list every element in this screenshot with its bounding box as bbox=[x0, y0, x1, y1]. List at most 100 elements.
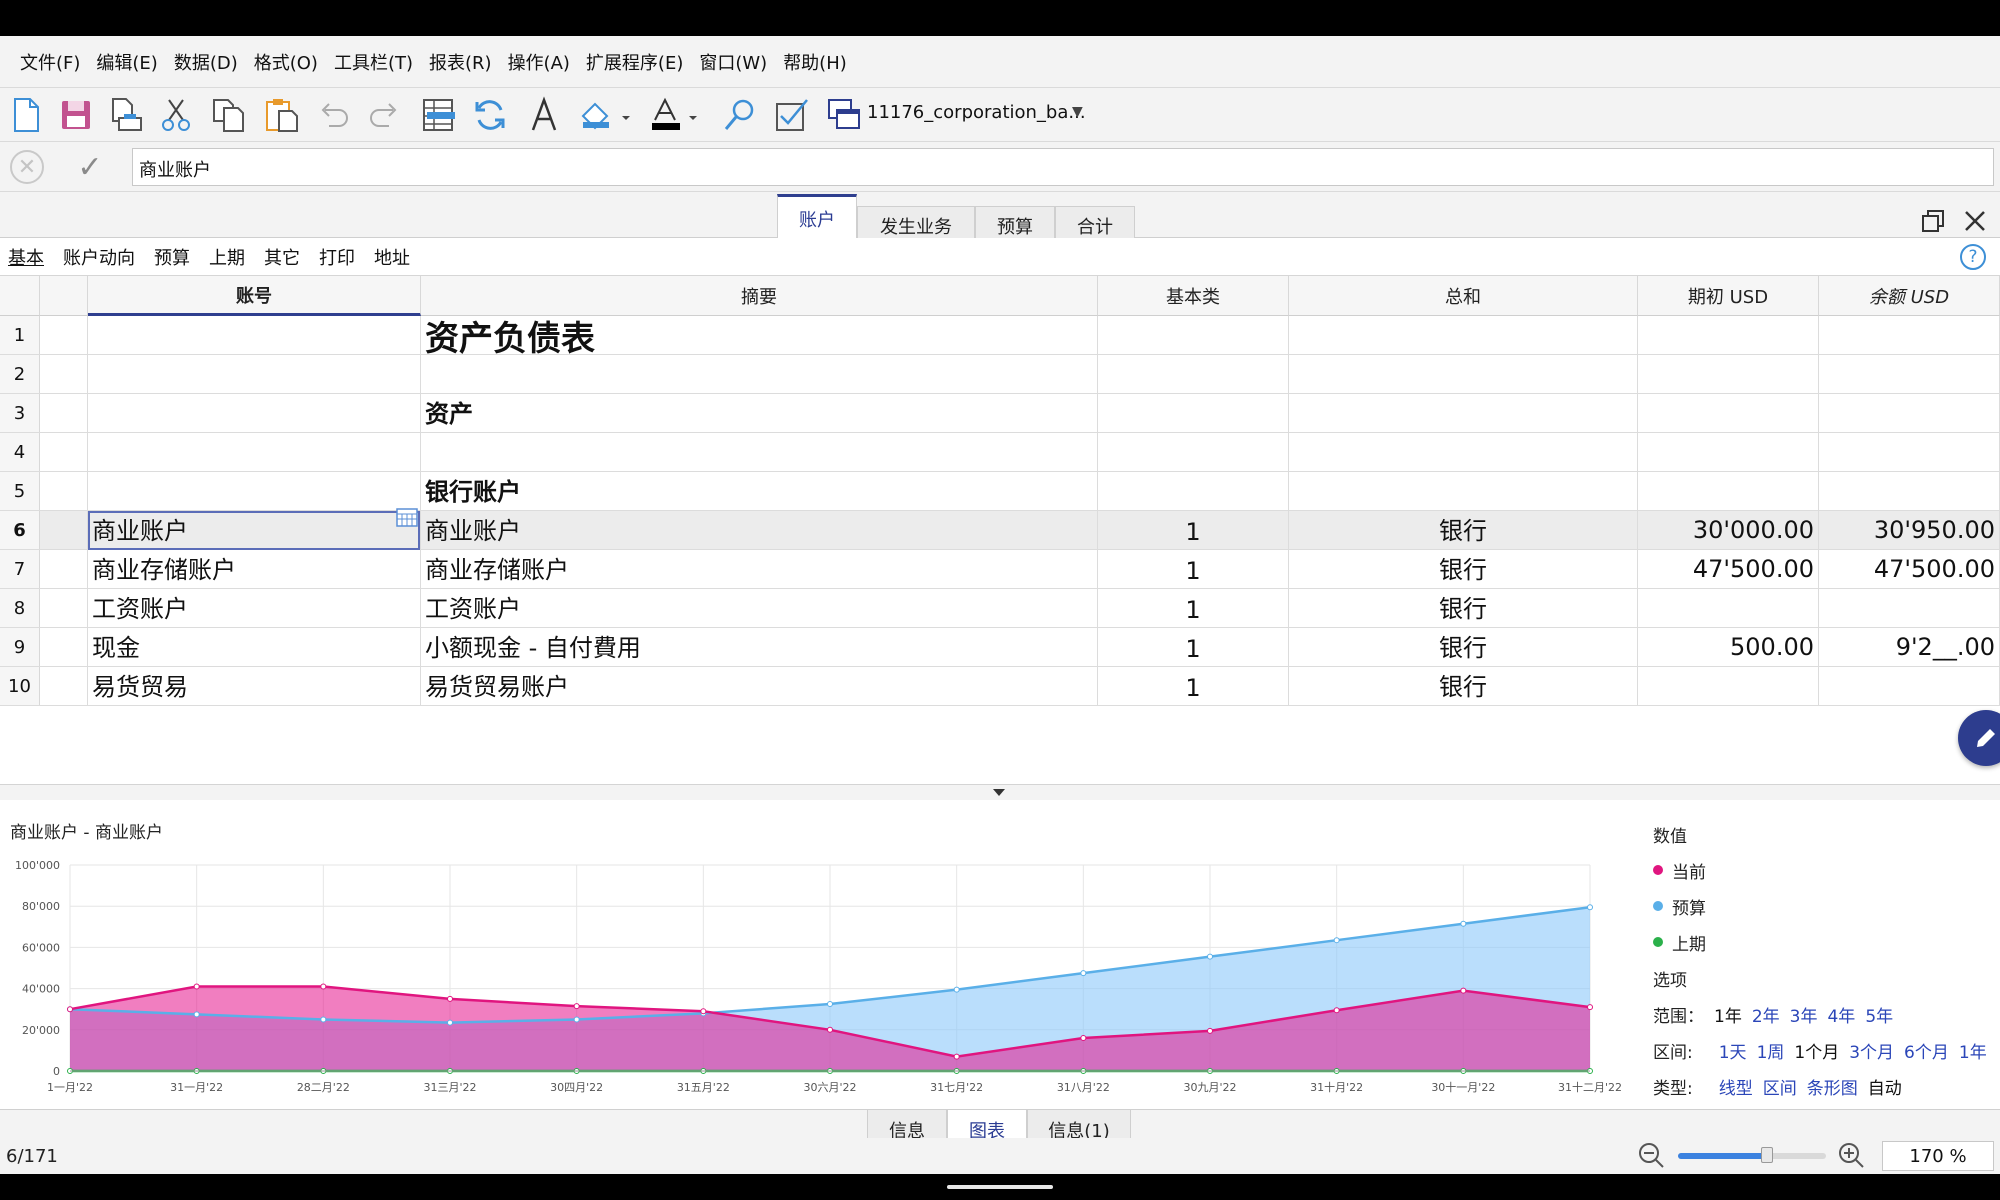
cell-account[interactable]: 现金 bbox=[88, 628, 421, 666]
zoom-level-input[interactable]: 170 % bbox=[1882, 1141, 1994, 1171]
cell-account[interactable] bbox=[88, 316, 421, 354]
window-switch-icon[interactable] bbox=[824, 95, 864, 135]
zoom-slider[interactable] bbox=[1678, 1147, 1826, 1163]
range-option-5y[interactable]: 5年 bbox=[1865, 1002, 1893, 1027]
cell-group[interactable] bbox=[1289, 472, 1638, 510]
cell-edit-input[interactable]: 商业账户 bbox=[132, 148, 1994, 186]
cell-base-class[interactable] bbox=[1098, 316, 1289, 354]
cell-balance[interactable] bbox=[1819, 667, 2000, 705]
cell-lookup-icon[interactable] bbox=[396, 507, 418, 527]
table-row[interactable]: 8 工资账户 工资账户 1 银行 bbox=[0, 589, 2000, 628]
home-indicator[interactable] bbox=[947, 1185, 1053, 1189]
help-icon[interactable]: ? bbox=[1960, 244, 1986, 270]
cell-description[interactable]: 银行账户 bbox=[421, 472, 1098, 510]
cell-account[interactable]: 商业存储账户 bbox=[88, 550, 421, 588]
cell-base-class[interactable]: 1 bbox=[1098, 511, 1289, 549]
table-row[interactable]: 10 易货贸易 易货贸易账户 1 银行 bbox=[0, 667, 2000, 706]
cell-account[interactable] bbox=[88, 433, 421, 471]
panel-splitter[interactable] bbox=[0, 784, 2000, 800]
column-header-group[interactable]: 总和 bbox=[1289, 276, 1638, 316]
column-header-description[interactable]: 摘要 bbox=[421, 276, 1098, 316]
file-selector[interactable]: 11176_corporation_ba... bbox=[867, 102, 1086, 123]
view-budget[interactable]: 预算 bbox=[154, 244, 190, 270]
cell-blank[interactable] bbox=[40, 628, 88, 666]
type-option-area[interactable]: 区间 bbox=[1763, 1074, 1797, 1099]
collapse-arrow-icon[interactable] bbox=[993, 789, 1005, 796]
cell-blank[interactable] bbox=[40, 667, 88, 705]
menu-data[interactable]: 数据(D) bbox=[174, 49, 238, 75]
cell-blank[interactable] bbox=[40, 433, 88, 471]
type-option-line[interactable]: 线型 bbox=[1719, 1074, 1753, 1099]
cell-opening[interactable]: 30'000.00 bbox=[1638, 511, 1819, 549]
type-option-auto[interactable]: 自动 bbox=[1868, 1074, 1902, 1099]
cell-balance[interactable]: 9'2__.00 bbox=[1819, 628, 2000, 666]
table-row[interactable]: 7 商业存储账户 商业存储账户 1 银行 47'500.00 47'500.00 bbox=[0, 550, 2000, 589]
cell-group[interactable]: 银行 bbox=[1289, 628, 1638, 666]
cell-opening[interactable] bbox=[1638, 394, 1819, 432]
table-row[interactable]: 5 银行账户 bbox=[0, 472, 2000, 511]
cut-icon[interactable] bbox=[156, 95, 196, 135]
close-window-icon[interactable] bbox=[1960, 206, 1990, 236]
save-icon[interactable] bbox=[56, 95, 96, 135]
row-number[interactable]: 3 bbox=[0, 394, 40, 432]
row-number[interactable]: 4 bbox=[0, 433, 40, 471]
cell-description[interactable]: 资产负债表 bbox=[421, 316, 1098, 354]
row-number[interactable]: 1 bbox=[0, 316, 40, 354]
interval-option-month[interactable]: 1个月 bbox=[1794, 1038, 1839, 1063]
table-row[interactable]: 2 bbox=[0, 355, 2000, 394]
range-option-1y[interactable]: 1年 bbox=[1714, 1002, 1742, 1027]
cell-group[interactable] bbox=[1289, 433, 1638, 471]
undo-icon[interactable] bbox=[314, 95, 354, 135]
table-row[interactable]: 9 现金 小额现金 - 自付費用 1 银行 500.00 9'2__.00 bbox=[0, 628, 2000, 667]
legend-item-current[interactable]: 当前 bbox=[1653, 852, 1993, 888]
menu-toolbar[interactable]: 工具栏(T) bbox=[334, 49, 413, 75]
view-previous-period[interactable]: 上期 bbox=[209, 244, 245, 270]
interval-option-day[interactable]: 1天 bbox=[1719, 1038, 1747, 1063]
cell-balance[interactable] bbox=[1819, 394, 2000, 432]
restore-window-icon[interactable] bbox=[1918, 206, 1948, 236]
cell-opening[interactable]: 47'500.00 bbox=[1638, 550, 1819, 588]
cell-blank[interactable] bbox=[40, 316, 88, 354]
interval-option-year[interactable]: 1年 bbox=[1959, 1038, 1987, 1063]
cell-group[interactable] bbox=[1289, 355, 1638, 393]
row-number[interactable]: 8 bbox=[0, 589, 40, 627]
column-header-balance[interactable]: 余额 USD bbox=[1819, 276, 2000, 316]
cell-group[interactable]: 银行 bbox=[1289, 667, 1638, 705]
cell-opening[interactable] bbox=[1638, 472, 1819, 510]
search-icon[interactable] bbox=[720, 95, 760, 135]
check-accounting-icon[interactable] bbox=[772, 95, 812, 135]
cell-group[interactable]: 银行 bbox=[1289, 550, 1638, 588]
cell-blank[interactable] bbox=[40, 589, 88, 627]
fill-color-icon[interactable] bbox=[576, 95, 636, 135]
cell-group[interactable] bbox=[1289, 316, 1638, 354]
cell-description[interactable]: 小额现金 - 自付費用 bbox=[421, 628, 1098, 666]
menu-actions[interactable]: 操作(A) bbox=[508, 49, 570, 75]
text-color-icon[interactable] bbox=[648, 95, 708, 135]
cell-opening[interactable] bbox=[1638, 316, 1819, 354]
column-header-account[interactable]: 账号 bbox=[88, 276, 421, 316]
confirm-edit-button[interactable]: ✓ bbox=[70, 148, 110, 186]
cell-blank[interactable] bbox=[40, 472, 88, 510]
table-row[interactable]: 3 资产 bbox=[0, 394, 2000, 433]
row-number[interactable]: 5 bbox=[0, 472, 40, 510]
chevron-down-icon[interactable]: ▼ bbox=[1072, 104, 1083, 120]
cell-opening[interactable] bbox=[1638, 433, 1819, 471]
cell-description[interactable]: 资产 bbox=[421, 394, 1098, 432]
cell-description[interactable]: 商业存储账户 bbox=[421, 550, 1098, 588]
copy-icon[interactable] bbox=[208, 95, 248, 135]
row-number[interactable]: 9 bbox=[0, 628, 40, 666]
cell-balance[interactable] bbox=[1819, 355, 2000, 393]
cell-balance[interactable] bbox=[1819, 433, 2000, 471]
cell-description[interactable] bbox=[421, 355, 1098, 393]
legend-item-previous[interactable]: 上期 bbox=[1653, 924, 1993, 960]
menu-file[interactable]: 文件(F) bbox=[20, 49, 80, 75]
cell-description[interactable]: 商业账户 bbox=[421, 511, 1098, 549]
cell-opening[interactable]: 500.00 bbox=[1638, 628, 1819, 666]
redo-icon[interactable] bbox=[364, 95, 404, 135]
paste-icon[interactable] bbox=[262, 95, 302, 135]
cell-description[interactable]: 易货贸易账户 bbox=[421, 667, 1098, 705]
cell-group[interactable] bbox=[1289, 394, 1638, 432]
legend-item-budget[interactable]: 预算 bbox=[1653, 888, 1993, 924]
cell-balance[interactable]: 47'500.00 bbox=[1819, 550, 2000, 588]
view-account-movements[interactable]: 账户动向 bbox=[63, 244, 135, 270]
